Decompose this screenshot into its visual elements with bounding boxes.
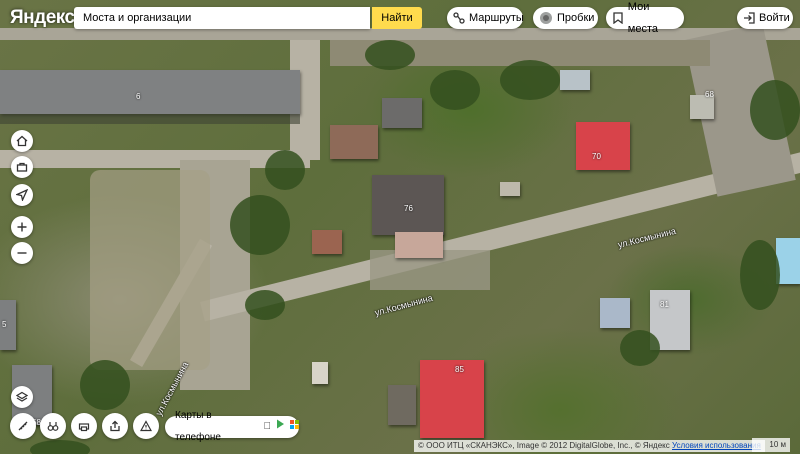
scale-label: 10 м — [769, 440, 786, 449]
traffic-button[interactable]: Пробки — [533, 7, 598, 29]
tree — [30, 440, 90, 454]
shed — [312, 362, 328, 384]
google-play-icon — [276, 416, 285, 438]
login-button[interactable]: Войти — [737, 7, 793, 29]
tree — [750, 80, 800, 140]
satellite-map[interactable]: ул.Космынина ул.Космынина ул.Космынина 6… — [0, 0, 800, 454]
traffic-label: Пробки — [557, 12, 595, 24]
report-error-button[interactable] — [133, 413, 159, 439]
traffic-light-icon — [539, 11, 553, 25]
windows-icon — [290, 416, 299, 438]
layers-button[interactable] — [11, 386, 33, 408]
login-label: Войти — [759, 12, 790, 24]
house-number: 5 — [2, 320, 7, 329]
zoom-out-button[interactable] — [11, 242, 33, 264]
house-annex — [395, 232, 443, 258]
tree — [245, 290, 285, 320]
search-button[interactable]: Найти — [372, 7, 422, 29]
print-icon — [78, 423, 90, 432]
tree — [365, 40, 415, 70]
street-label: ул.Космынина — [616, 225, 677, 250]
house — [330, 125, 378, 159]
house-number: 6 — [136, 92, 141, 101]
binoculars-icon — [47, 422, 59, 431]
house-number: 76 — [404, 204, 413, 213]
street-label: ул.Космынина — [373, 292, 434, 318]
search-input[interactable] — [83, 7, 363, 29]
bookmark-icon — [612, 11, 624, 25]
house — [312, 230, 342, 254]
routes-icon — [453, 11, 465, 25]
tree — [265, 150, 305, 190]
terms-link[interactable]: Условия использования — [672, 441, 761, 450]
share-button[interactable] — [102, 413, 128, 439]
copyright-notice: © ООО ИТЦ «СКАНЭКС», Image © 2012 Digita… — [414, 440, 765, 452]
house — [500, 182, 520, 196]
layers-icon — [16, 391, 28, 402]
zoom-in-button[interactable] — [11, 216, 33, 238]
house-number: 81 — [660, 300, 669, 309]
house — [560, 70, 590, 90]
print-button[interactable] — [71, 413, 97, 439]
routes-button[interactable]: Маршруты — [447, 7, 524, 29]
warning-icon — [140, 420, 152, 432]
road — [0, 150, 310, 168]
ruler-button[interactable] — [10, 413, 36, 439]
apple-icon:  — [264, 416, 272, 438]
yandex-logo[interactable]: Яндекс — [10, 7, 75, 29]
zoom-out-icon — [17, 252, 27, 254]
house — [382, 98, 422, 128]
house — [600, 298, 630, 328]
search-field[interactable] — [74, 7, 370, 29]
house — [420, 360, 484, 438]
tree — [430, 70, 480, 110]
work-button[interactable] — [11, 156, 33, 178]
panorama-button[interactable] — [40, 413, 66, 439]
my-places-label: Мои места — [627, 1, 659, 35]
mobile-app-label: Карты в телефоне — [175, 410, 221, 443]
share-icon — [110, 420, 120, 432]
bare-ground — [90, 170, 210, 370]
house-number: 70 — [592, 152, 601, 161]
house-number: 85 — [455, 365, 464, 374]
tree — [500, 60, 560, 100]
tree — [230, 195, 290, 255]
zoom-in-icon — [17, 222, 27, 232]
routes-label: Маршруты — [469, 12, 524, 24]
apartment-building — [0, 70, 300, 114]
geolocation-button[interactable] — [11, 184, 33, 206]
home-icon — [16, 135, 28, 147]
my-places-button[interactable]: Мои места — [606, 1, 684, 35]
building-shadow — [0, 114, 300, 124]
house-number: 68 — [705, 90, 714, 99]
home-button[interactable] — [11, 130, 33, 152]
tree — [620, 330, 660, 366]
scale-bar: 10 м — [752, 438, 790, 452]
ruler-icon — [18, 421, 28, 431]
house — [576, 122, 630, 170]
login-icon — [743, 11, 755, 25]
briefcase-icon — [16, 162, 28, 172]
copyright-text: © ООО ИТЦ «СКАНЭКС», Image © 2012 Digita… — [418, 441, 670, 450]
location-arrow-icon — [16, 189, 28, 201]
road — [0, 28, 800, 40]
tree — [80, 360, 130, 410]
tree — [740, 240, 780, 310]
house — [388, 385, 416, 425]
mobile-app-banner[interactable]: Карты в телефоне  — [165, 410, 299, 443]
